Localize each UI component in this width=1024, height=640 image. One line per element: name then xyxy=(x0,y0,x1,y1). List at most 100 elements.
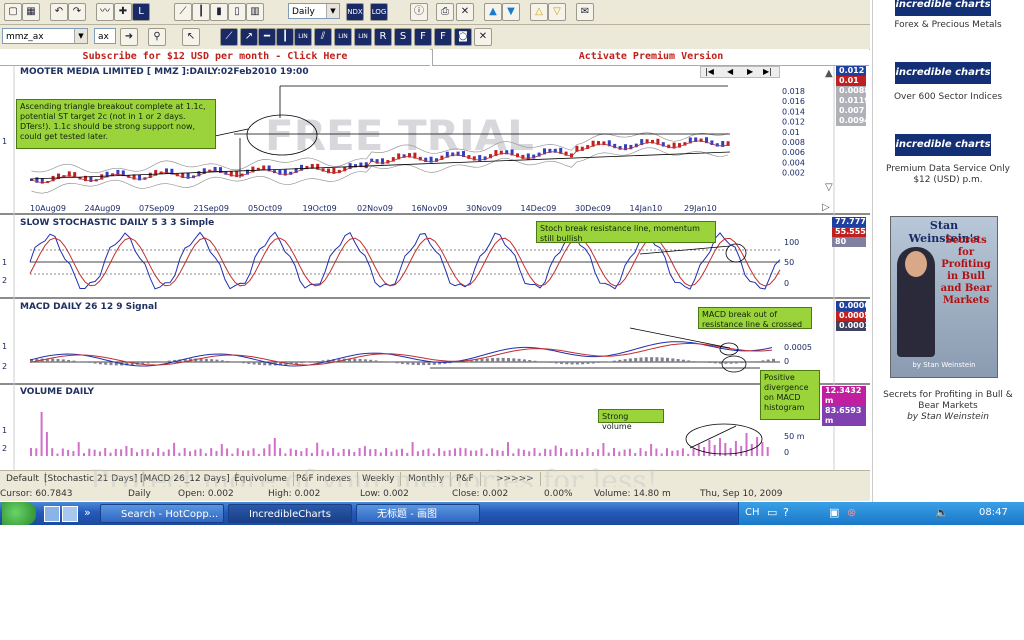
macd-hist-bar xyxy=(708,362,712,364)
macd-hist-bar xyxy=(215,359,219,362)
price-panel-title: MOOTER MEDIA LIMITED [ MMZ ]:DAILY:02Feb… xyxy=(20,67,309,77)
s-button[interactable]: S xyxy=(394,28,412,46)
status-close: Close: 0.002 xyxy=(452,489,509,499)
mail-icon[interactable]: ✉ xyxy=(576,3,594,21)
line-chart-icon[interactable]: ⟋ xyxy=(174,3,192,21)
ad-forex[interactable]: Forex & Precious Metals xyxy=(883,20,1013,31)
candle-color-icon[interactable]: ▯ xyxy=(228,3,246,21)
macd-hist-bar xyxy=(613,360,616,362)
nav-down-icon[interactable]: ▽ xyxy=(548,3,566,21)
arrow-up-icon[interactable]: ▲ xyxy=(484,3,502,21)
macd-hist-bar xyxy=(406,362,410,365)
nav-next-icon[interactable]: ▶ xyxy=(747,67,753,77)
volume-bar xyxy=(448,450,451,456)
quick-launch-icon[interactable] xyxy=(62,506,78,522)
redo-icon[interactable]: ↷ xyxy=(68,3,86,21)
trendline-icon[interactable]: ↗ xyxy=(240,28,258,46)
lin-button-2[interactable]: LIN xyxy=(334,28,352,46)
bar-chart-icon[interactable]: ┃ xyxy=(192,3,210,21)
quick-launch-more-icon[interactable]: » xyxy=(84,506,91,519)
author-face xyxy=(905,251,927,277)
hline-icon[interactable]: ━ xyxy=(258,28,276,46)
volume-bar xyxy=(321,449,324,456)
nav-up-icon[interactable]: △ xyxy=(530,3,548,21)
period-select[interactable]: Daily ▼ xyxy=(288,3,340,19)
channel-icon[interactable]: ⫽ xyxy=(314,28,332,46)
f-button-2[interactable]: F xyxy=(434,28,452,46)
close-icon[interactable]: ✕ xyxy=(456,3,474,21)
macd-hist-bar xyxy=(358,358,362,362)
window-icon[interactable]: ▢ xyxy=(4,3,22,21)
macd-hist-bar xyxy=(363,359,367,362)
macd-hist-bar xyxy=(528,360,532,362)
book-cover[interactable]: Stan Weinstein's Secrets for Profiting i… xyxy=(890,216,998,378)
volume-bar xyxy=(273,438,276,456)
f-button[interactable]: F xyxy=(414,28,432,46)
arrow-icon[interactable]: ↖ xyxy=(182,28,200,46)
arrow-down-icon[interactable]: ▼ xyxy=(502,3,520,21)
incredible-charts-logo-3[interactable]: incredible charts xyxy=(895,134,991,156)
r-button[interactable]: R xyxy=(374,28,392,46)
draw-line-icon[interactable]: ⟋ xyxy=(220,28,238,46)
volume-bar xyxy=(719,438,721,456)
text-icon[interactable]: ◙ xyxy=(454,28,472,46)
scroll-down-icon[interactable]: ▽ xyxy=(825,182,833,193)
incredible-charts-logo[interactable]: incredible charts xyxy=(895,0,991,16)
go-icon[interactable]: ➜ xyxy=(120,28,138,46)
volume-bars-icon[interactable]: ▥ xyxy=(246,3,264,21)
lang-indicator[interactable]: CH xyxy=(745,507,760,518)
symbol-select[interactable]: mmz_ax ▼ xyxy=(2,28,88,44)
lin-button[interactable]: LIN xyxy=(294,28,312,46)
vline-icon[interactable]: ┃ xyxy=(276,28,294,46)
undo-icon[interactable]: ↶ xyxy=(50,3,68,21)
volume-bar xyxy=(40,412,43,456)
security-icon[interactable]: ⊗ xyxy=(847,506,856,519)
candle-icon[interactable]: ▮ xyxy=(210,3,228,21)
volume-icon[interactable]: 🔈 xyxy=(935,506,949,519)
ad-sector[interactable]: Over 600 Sector Indices xyxy=(883,92,1013,103)
delete-icon[interactable]: ✕ xyxy=(474,28,492,46)
binoculars-icon[interactable]: ⚲ xyxy=(148,28,166,46)
subscribe-link[interactable]: Subscribe for $12 USD per month - Click … xyxy=(0,49,430,66)
l-icon[interactable]: L xyxy=(132,3,150,21)
grid-icon[interactable]: ▦ xyxy=(22,3,40,21)
nav-prev-icon[interactable]: ◀ xyxy=(727,67,733,77)
crosshair-icon[interactable]: ✚ xyxy=(114,3,132,21)
taskbar-item-paint[interactable]: 无标题 - 画图 xyxy=(356,504,480,523)
show-desktop-icon[interactable] xyxy=(44,506,60,522)
pan-right-icon[interactable]: ▷ xyxy=(822,202,830,213)
incredible-charts-logo-2[interactable]: incredible charts xyxy=(895,62,991,84)
print-icon[interactable]: ⎙ xyxy=(436,3,454,21)
info-icon[interactable]: ⓘ xyxy=(410,3,428,21)
volume-bar xyxy=(125,445,128,456)
main-toolbar: ▢ ▦ ↶ ↷ 〰 ✚ L ⟋ ┃ ▮ ▯ ▥ Daily ▼ NDX LOG … xyxy=(0,0,870,25)
volume-bar xyxy=(353,452,356,456)
macd-hist-bar xyxy=(411,362,415,365)
log-button[interactable]: LOG xyxy=(370,3,388,21)
start-button[interactable] xyxy=(2,502,36,525)
price-value-4: 0.0119 xyxy=(836,96,870,106)
network-icon[interactable]: ▣ xyxy=(829,506,839,519)
macd-hist-bar xyxy=(671,358,675,362)
activate-premium-link[interactable]: Activate Premium Version xyxy=(432,49,869,66)
lin-button-3[interactable]: LIN xyxy=(354,28,372,46)
ad-book-text[interactable]: Secrets for Profiting in Bull & Bear Mar… xyxy=(883,390,1013,412)
stoch-value-d: 55.5556 xyxy=(832,227,871,237)
scroll-up-icon[interactable]: ▲ xyxy=(825,68,833,79)
nav-first-icon[interactable]: |◀ xyxy=(705,67,714,77)
volume-bar xyxy=(650,443,653,456)
macd-hist-bar xyxy=(401,362,404,364)
ndx-button[interactable]: NDX xyxy=(346,3,364,21)
exchange-select[interactable]: ax xyxy=(94,28,116,44)
stoch-panel-title: SLOW STOCHASTIC DAILY 5 3 3 Simple xyxy=(20,218,215,228)
ad-premium[interactable]: Premium Data Service Only $12 (USD) p.m. xyxy=(883,164,1013,186)
taskbar-item-hotcopper[interactable]: Search - HotCopp... xyxy=(100,504,224,523)
chart-icon[interactable]: 〰 xyxy=(96,3,114,21)
price-value-6: 0.0094 xyxy=(836,116,870,126)
volume-bar xyxy=(464,448,467,456)
keyboard-icon[interactable]: ▭ xyxy=(767,506,777,519)
help-icon[interactable]: ? xyxy=(783,506,789,519)
taskbar-item-incrediblecharts[interactable]: IncredibleCharts xyxy=(228,504,352,523)
nav-last-icon[interactable]: ▶| xyxy=(763,67,772,77)
macd-hist-bar xyxy=(72,360,76,362)
